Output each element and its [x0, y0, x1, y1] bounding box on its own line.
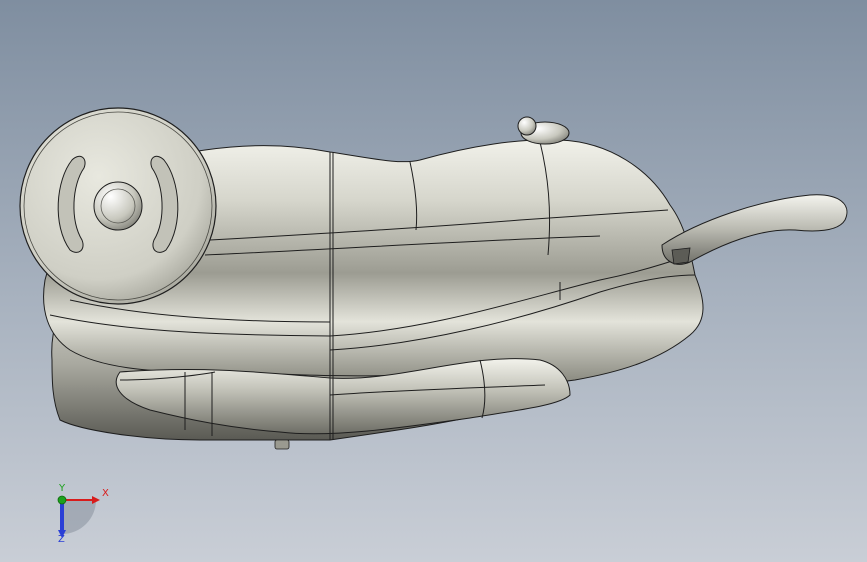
x-axis-label: X: [102, 488, 109, 499]
foot-bolt: [274, 439, 290, 450]
y-axis-label: Y: [58, 483, 66, 494]
side-disc: [19, 107, 217, 305]
triad-shadow: [62, 500, 96, 534]
x-axis-arrow: [92, 496, 100, 504]
handle-slot: [671, 247, 691, 265]
3d-model[interactable]: [0, 0, 867, 562]
graphics-viewport[interactable]: X Z Y: [0, 0, 867, 562]
handle: [661, 194, 848, 265]
top-knob: [517, 116, 570, 145]
y-axis-dot: [57, 495, 67, 505]
z-axis-label: Z: [58, 534, 65, 545]
axis-triad: X Z Y: [57, 483, 109, 545]
